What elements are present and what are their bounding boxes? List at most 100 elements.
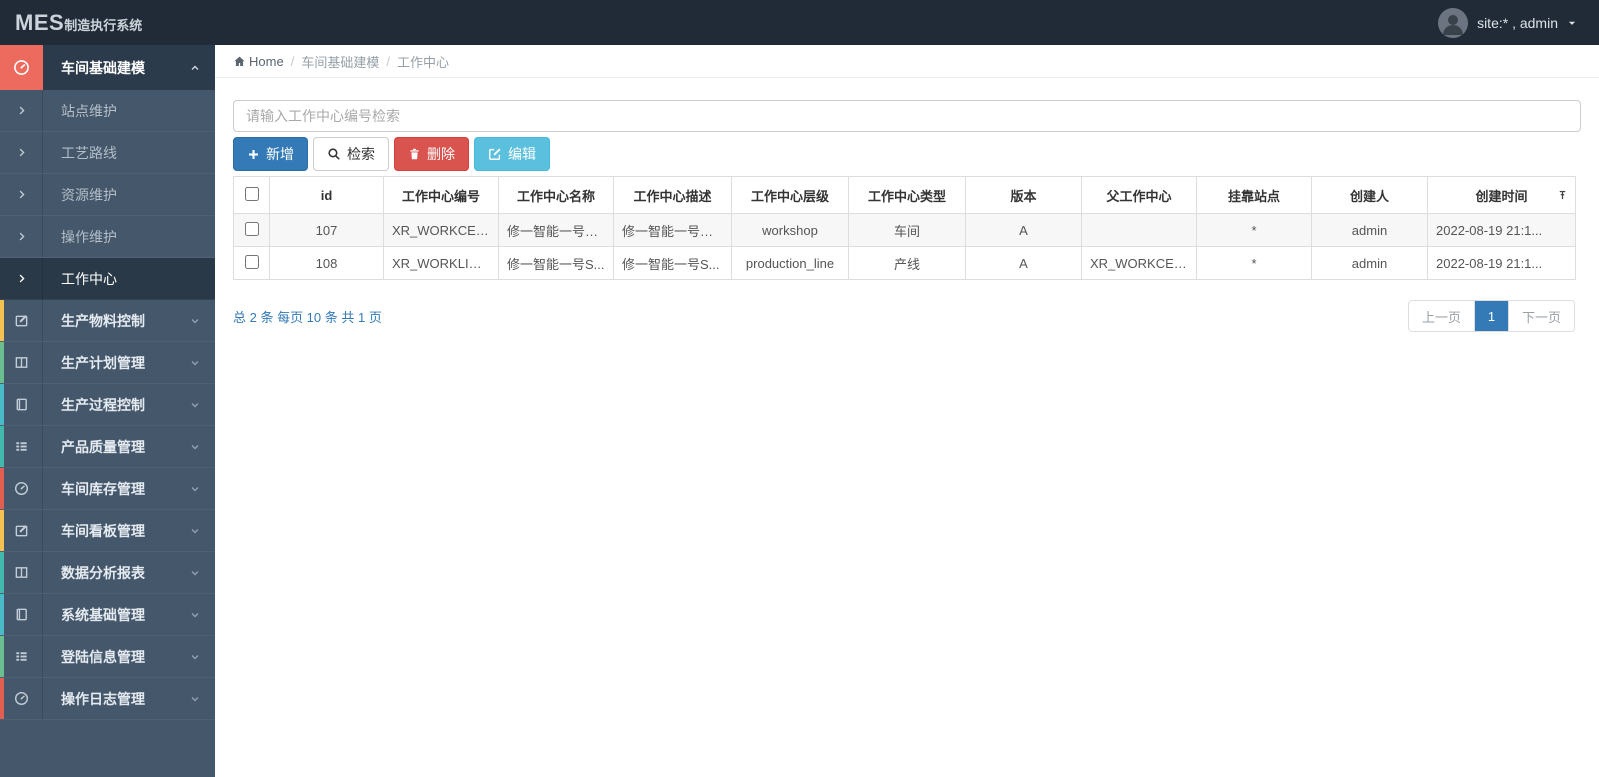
user-menu[interactable]: site:* , admin xyxy=(1438,7,1599,38)
column-header-code[interactable]: 工作中心编号 xyxy=(383,176,499,214)
chevron-right-icon xyxy=(0,132,43,173)
app-logo[interactable]: MES 制造执行系统 xyxy=(0,10,142,36)
chevron-down-icon xyxy=(191,402,199,407)
column-header-level[interactable]: 工作中心层级 xyxy=(731,176,849,214)
cell-desc: 修一智能一号车间 xyxy=(613,213,732,247)
column-header-created-label: 创建时间 xyxy=(1475,188,1528,204)
cell-created: 2022-08-19 21:1... xyxy=(1427,246,1576,280)
color-strip xyxy=(0,636,4,677)
search-button[interactable]: 检索 xyxy=(313,137,389,171)
breadcrumb-separator: / xyxy=(386,53,390,69)
app-logo-subtitle: 制造执行系统 xyxy=(64,17,143,33)
sidebar-item-site-maintenance[interactable]: 站点维护 xyxy=(0,90,215,132)
sidebar-item-process-route[interactable]: 工艺路线 xyxy=(0,132,215,174)
breadcrumb-home-label: Home xyxy=(249,53,284,69)
chevron-right-icon xyxy=(0,90,43,131)
chevron-right-icon xyxy=(0,174,43,215)
column-header-parent[interactable]: 父工作中心 xyxy=(1081,176,1197,214)
column-header-version[interactable]: 版本 xyxy=(965,176,1082,214)
table-header-row: id 工作中心编号 工作中心名称 工作中心描述 工作中心层级 工作中心类型 版本… xyxy=(233,176,1576,214)
sidebar-group-label: 生产物料控制 xyxy=(61,312,145,329)
sidebar-group-material-control[interactable]: 生产物料控制 xyxy=(0,300,215,342)
chevron-down-icon xyxy=(191,360,199,365)
add-button[interactable]: 新增 xyxy=(233,137,308,171)
prev-page-button[interactable]: 上一页 xyxy=(1408,301,1474,331)
chevron-down-icon xyxy=(191,486,199,491)
breadcrumb-separator: / xyxy=(290,53,295,69)
sidebar-group-label: 车间基础建模 xyxy=(43,45,189,90)
cell-creator: admin xyxy=(1311,213,1428,247)
cell-type: 车间 xyxy=(848,213,966,247)
sidebar-item-operation-maintenance[interactable]: 操作维护 xyxy=(0,216,215,258)
sidebar-group-analytics-reports[interactable]: 数据分析报表 xyxy=(0,552,215,594)
chevron-down-icon xyxy=(191,570,199,575)
top-navbar: MES 制造执行系统 site:* , admin xyxy=(0,0,1599,45)
column-header-type[interactable]: 工作中心类型 xyxy=(848,176,966,214)
work-center-table: id 工作中心编号 工作中心名称 工作中心描述 工作中心层级 工作中心类型 版本… xyxy=(233,176,1576,280)
color-strip xyxy=(0,510,4,551)
row-checkbox[interactable] xyxy=(244,221,259,236)
chevron-down-icon xyxy=(191,612,199,617)
caret-down-icon xyxy=(1568,21,1576,25)
sidebar-item-work-center[interactable]: 工作中心 xyxy=(0,258,215,300)
search-input[interactable] xyxy=(233,100,1581,132)
sidebar-item-resource-maintenance[interactable]: 资源维护 xyxy=(0,174,215,216)
page-1-button[interactable]: 1 xyxy=(1473,301,1508,331)
sidebar-item-label: 工作中心 xyxy=(61,270,117,287)
sidebar-group-label: 数据分析报表 xyxy=(61,564,145,581)
next-page-button[interactable]: 下一页 xyxy=(1507,301,1574,331)
table-row[interactable]: 108 XR_WORKLINE... 修一智能一号S... 修一智能一号S...… xyxy=(233,246,1576,280)
book-icon xyxy=(0,384,43,425)
column-header-id[interactable]: id xyxy=(269,176,384,214)
edit-button[interactable]: 编辑 xyxy=(474,137,550,171)
chevron-right-icon xyxy=(0,216,43,257)
column-header-name[interactable]: 工作中心名称 xyxy=(498,176,614,214)
sidebar-group-label: 登陆信息管理 xyxy=(61,648,145,665)
breadcrumb-home-link[interactable]: Home xyxy=(233,54,284,69)
chevron-right-icon xyxy=(0,258,43,299)
user-label: site:* , admin xyxy=(1477,14,1558,31)
cell-level: production_line xyxy=(731,246,849,280)
delete-button-label: 删除 xyxy=(427,146,455,162)
sidebar-group-login-info-management[interactable]: 登陆信息管理 xyxy=(0,636,215,678)
select-all-checkbox[interactable] xyxy=(244,186,259,201)
sidebar-item-label: 资源维护 xyxy=(61,186,117,203)
cell-level: workshop xyxy=(731,213,849,247)
sidebar-group-workshop-modeling[interactable]: 车间基础建模 xyxy=(0,45,215,90)
sidebar-group-operation-log-management[interactable]: 操作日志管理 xyxy=(0,678,215,720)
column-header-station[interactable]: 挂靠站点 xyxy=(1196,176,1312,214)
sidebar-group-inventory-management[interactable]: 车间库存管理 xyxy=(0,468,215,510)
dashboard-icon xyxy=(0,468,43,509)
cell-desc: 修一智能一号S... xyxy=(613,246,732,280)
select-all-cell xyxy=(233,176,270,214)
pin-icon[interactable] xyxy=(1557,189,1568,201)
chevron-up-icon xyxy=(189,45,215,90)
add-button-label: 新增 xyxy=(266,146,294,162)
color-strip xyxy=(0,342,4,383)
book-icon xyxy=(0,594,43,635)
sidebar-group-plan-management[interactable]: 生产计划管理 xyxy=(0,342,215,384)
cell-created: 2022-08-19 21:1... xyxy=(1427,213,1576,247)
column-header-desc[interactable]: 工作中心描述 xyxy=(613,176,732,214)
row-checkbox[interactable] xyxy=(244,254,259,269)
sidebar-group-system-management[interactable]: 系统基础管理 xyxy=(0,594,215,636)
column-header-created[interactable]: 创建时间 xyxy=(1427,176,1576,214)
sidebar-group-quality-management[interactable]: 产品质量管理 xyxy=(0,426,215,468)
row-select-cell xyxy=(233,213,270,247)
sidebar-item-label: 操作维护 xyxy=(61,228,117,245)
sidebar-group-process-control[interactable]: 生产过程控制 xyxy=(0,384,215,426)
search-button-label: 检索 xyxy=(347,146,375,162)
color-strip xyxy=(0,300,4,341)
sidebar: 车间基础建模 站点维护 工艺路线 资源维护 操作维护 工作中心 生产物料控制 生… xyxy=(0,45,215,777)
cell-code: XR_WORKCEN... xyxy=(383,213,499,247)
breadcrumb: Home / 车间基础建模 / 工作中心 xyxy=(215,45,1599,78)
column-header-creator[interactable]: 创建人 xyxy=(1311,176,1428,214)
sidebar-group-label: 生产计划管理 xyxy=(61,354,145,371)
table-row[interactable]: 107 XR_WORKCEN... 修一智能一号车间 修一智能一号车间 work… xyxy=(233,213,1576,247)
dashboard-icon xyxy=(0,45,43,90)
delete-button[interactable]: 删除 xyxy=(394,137,469,171)
main-content: Home / 车间基础建模 / 工作中心 新增 检索 xyxy=(215,45,1599,777)
cell-name: 修一智能一号S... xyxy=(498,246,614,280)
sidebar-group-board-management[interactable]: 车间看板管理 xyxy=(0,510,215,552)
chevron-down-icon xyxy=(191,444,199,449)
